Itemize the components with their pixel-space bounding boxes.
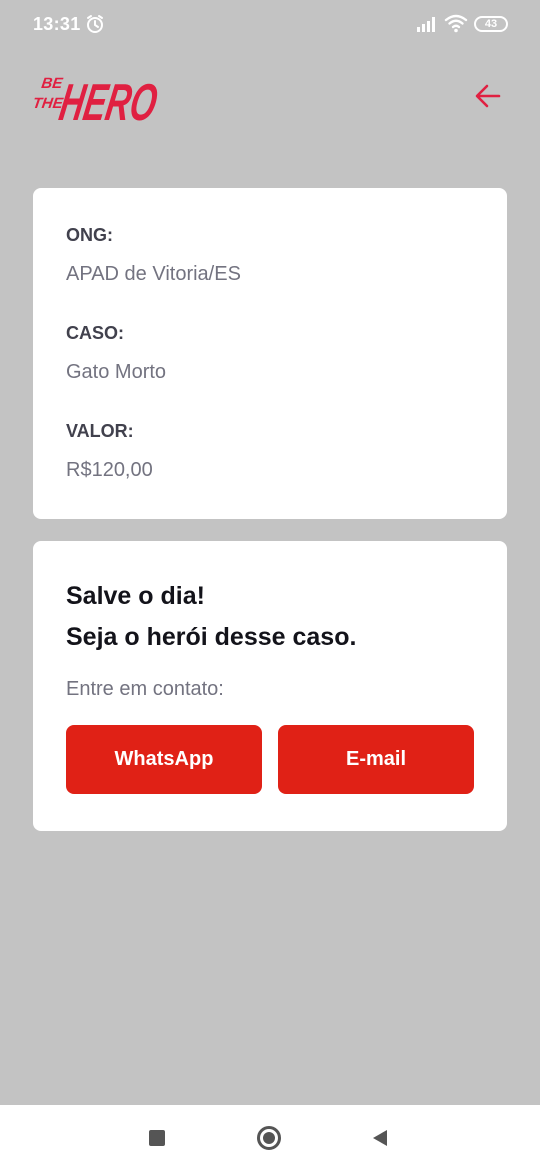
signal-icon [417,17,435,32]
back-triangle-icon[interactable] [371,1129,389,1147]
ong-value: APAD de Vitoria/ES [66,263,241,285]
wifi-icon [444,14,468,33]
back-button[interactable] [470,78,506,114]
contact-card: Salve o dia! Seja o herói desse caso. En… [33,541,507,831]
case-label: CASO: [66,323,124,343]
app-screen: 13:31 43 BE THE HERO ONG: APAD de Vitori… [0,0,540,1170]
email-button[interactable]: E-mail [278,725,474,794]
battery-level: 43 [484,18,498,30]
logo-word: HERO [55,74,161,124]
hero-title-line2: Seja o herói desse caso. [66,623,357,651]
be-the-hero-logo: BE THE HERO [32,74,162,124]
logo-line1: BE [40,75,64,92]
contact-prompt: Entre em contato: [66,678,224,700]
arrow-left-icon [475,84,501,108]
recent-apps-icon[interactable] [149,1130,165,1146]
value-label: VALOR: [66,421,134,441]
home-icon[interactable] [257,1126,281,1150]
ong-label: ONG: [66,225,113,245]
status-time: 13:31 [33,14,81,34]
hero-title-line1: Salve o dia! [66,582,205,610]
case-value: Gato Morto [66,361,167,383]
whatsapp-button[interactable]: WhatsApp [66,725,262,794]
battery-icon: 43 [474,16,508,32]
value-value: R$120,00 [66,459,153,481]
status-bar: 13:31 43 [0,0,540,50]
incident-card: ONG: APAD de Vitoria/ES CASO: Gato Morto… [33,188,507,519]
navigation-bar [0,1105,540,1170]
contact-actions: WhatsApp E-mail [66,725,474,794]
alarm-icon [87,15,103,33]
